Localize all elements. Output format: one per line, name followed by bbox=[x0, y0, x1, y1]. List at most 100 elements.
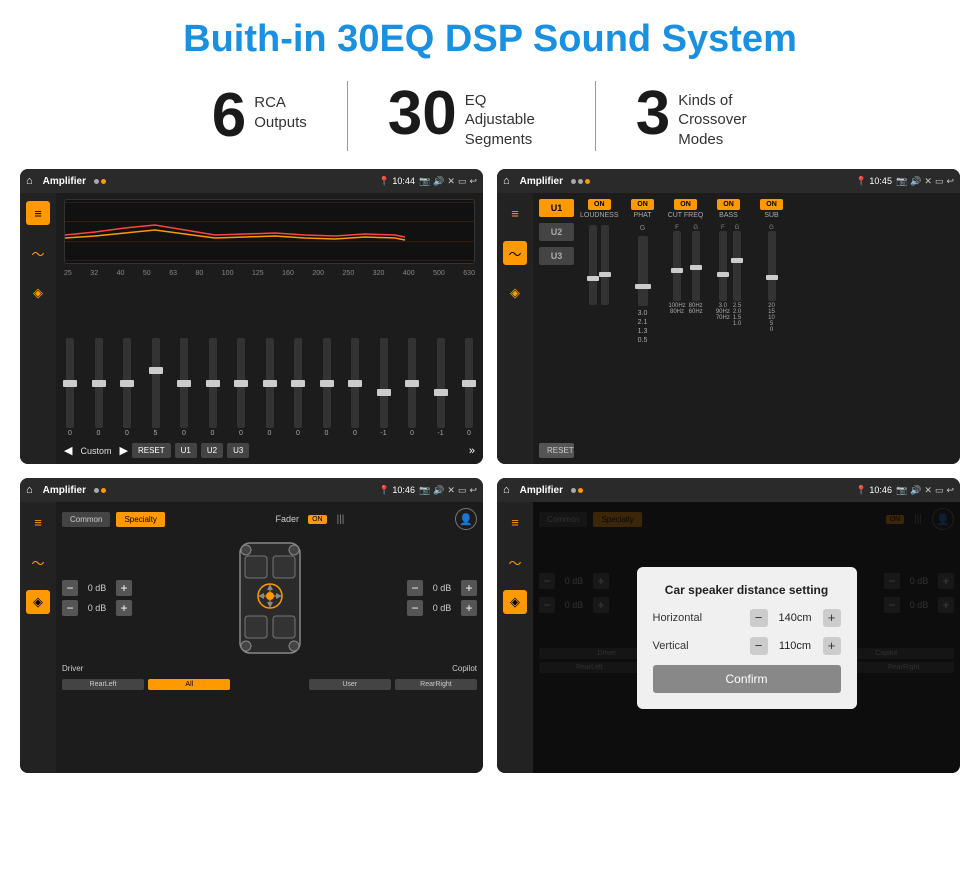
eq-sliders: 0 0 0 5 0 bbox=[64, 281, 475, 437]
fader-minus-1[interactable]: − bbox=[62, 580, 78, 596]
fader-sidebar-wave-icon[interactable]: 〜 bbox=[26, 550, 50, 574]
fader-db-right: − 0 dB + − 0 dB + bbox=[407, 580, 477, 616]
fader-grid: − 0 dB + − 0 dB + bbox=[62, 538, 477, 658]
fader-plus-2[interactable]: + bbox=[116, 600, 132, 616]
fader-sidebar-eq-icon[interactable]: ≡ bbox=[26, 510, 50, 534]
horizontal-minus-btn[interactable]: − bbox=[750, 609, 768, 627]
fader-specialty-tab[interactable]: Specialty bbox=[116, 512, 164, 527]
eq-next-btn[interactable]: ▶ bbox=[119, 444, 127, 457]
ctrl-phat: ON PHAT G 3.0 2.1 1.3 0.5 bbox=[624, 199, 662, 458]
crossover-title: Amplifier bbox=[520, 176, 563, 187]
eq-dots bbox=[94, 179, 106, 184]
fader-common-tab[interactable]: Common bbox=[62, 512, 110, 527]
stat-rca-label: RCAOutputs bbox=[254, 85, 307, 132]
crossover-sidebar-eq-icon[interactable]: ≡ bbox=[503, 201, 527, 225]
eq-u3-btn[interactable]: U3 bbox=[227, 443, 249, 458]
fader-plus-1[interactable]: + bbox=[116, 580, 132, 596]
dialog-volume-icon: 🔊 bbox=[910, 485, 921, 496]
ctrl-loudness: ON LOUDNESS bbox=[580, 199, 619, 458]
eq-dot-1 bbox=[94, 179, 99, 184]
cutfreq-toggle[interactable]: ON bbox=[674, 199, 697, 210]
crossover-sidebar-speaker-icon[interactable]: ◈ bbox=[503, 281, 527, 305]
fader-empty-space bbox=[234, 679, 304, 690]
crossover-reset-btn[interactable]: RESET bbox=[539, 443, 574, 458]
fader-sidebar-speaker-icon[interactable]: ◈ bbox=[26, 590, 50, 614]
horizontal-plus-btn[interactable]: + bbox=[823, 609, 841, 627]
fader-settings-icon[interactable]: 👤 bbox=[455, 508, 477, 530]
crossover-sidebar: ≡ 〜 ◈ bbox=[497, 193, 533, 464]
loudness-toggle[interactable]: ON bbox=[588, 199, 611, 210]
fader-sidebar: ≡ 〜 ◈ bbox=[20, 502, 56, 773]
eq-sidebar-speaker-icon[interactable]: ◈ bbox=[26, 281, 50, 305]
dialog-sidebar-eq-icon[interactable]: ≡ bbox=[503, 510, 527, 534]
eq-home-icon[interactable]: ⌂ bbox=[26, 175, 33, 187]
eq-slider-13: -1 bbox=[437, 338, 445, 437]
eq-more-icon[interactable]: » bbox=[469, 445, 475, 457]
vertical-label: Vertical bbox=[653, 640, 689, 652]
eq-prev-btn[interactable]: ◀ bbox=[64, 444, 72, 457]
eq-slider-7: 0 bbox=[266, 338, 274, 437]
fader-window-icon: ▭ bbox=[458, 485, 467, 496]
crossover-time: 📍 10:45 bbox=[856, 176, 892, 187]
vertical-value: 110cm bbox=[773, 640, 818, 652]
crossover-sidebar-wave-icon[interactable]: 〜 bbox=[503, 241, 527, 265]
horizontal-control: − 140cm + bbox=[750, 609, 841, 627]
fader-all-btn[interactable]: All bbox=[148, 679, 230, 690]
horizontal-label: Horizontal bbox=[653, 612, 703, 624]
fader-rearleft-btn[interactable]: RearLeft bbox=[62, 679, 144, 690]
phat-toggle[interactable]: ON bbox=[631, 199, 654, 210]
channel-u2-btn[interactable]: U2 bbox=[539, 223, 574, 241]
fader-status-bar: ⌂ Amplifier 📍 10:46 📷 🔊 ✕ ▭ ↩ bbox=[20, 478, 483, 502]
fader-home-icon[interactable]: ⌂ bbox=[26, 484, 33, 496]
eq-slider-10: 0 bbox=[351, 338, 359, 437]
eq-reset-btn[interactable]: RESET bbox=[132, 443, 171, 458]
dialog-home-icon[interactable]: ⌂ bbox=[503, 484, 510, 496]
eq-window-icon: ▭ bbox=[458, 176, 467, 187]
eq-sidebar-wave-icon[interactable]: 〜 bbox=[26, 241, 50, 265]
sub-toggle[interactable]: ON bbox=[760, 199, 783, 210]
fader-back-icon: ↩ bbox=[469, 485, 477, 496]
fader-plus-3[interactable]: + bbox=[461, 580, 477, 596]
confirm-button[interactable]: Confirm bbox=[653, 665, 841, 693]
crossover-camera-icon: 📷 bbox=[896, 176, 907, 187]
vertical-plus-btn[interactable]: + bbox=[823, 637, 841, 655]
crossover-home-icon[interactable]: ⌂ bbox=[503, 175, 510, 187]
dialog-dot-1 bbox=[571, 488, 576, 493]
fader-rearright-btn[interactable]: RearRight bbox=[395, 679, 477, 690]
dialog-dots bbox=[571, 488, 583, 493]
fader-user-btn[interactable]: User bbox=[309, 679, 391, 690]
channel-u1-btn[interactable]: U1 bbox=[539, 199, 574, 217]
fader-minus-2[interactable]: − bbox=[62, 600, 78, 616]
stat-crossover-number: 3 bbox=[636, 83, 670, 145]
fader-title: Amplifier bbox=[43, 485, 86, 496]
fader-main-area: Common Specialty Fader ON ||| 👤 − 0 dB + bbox=[56, 502, 483, 773]
eq-u2-btn[interactable]: U2 bbox=[201, 443, 223, 458]
fader-volume-icon: 🔊 bbox=[433, 485, 444, 496]
dialog-sidebar-wave-icon[interactable]: 〜 bbox=[503, 550, 527, 574]
eq-x-icon: ✕ bbox=[447, 176, 455, 187]
bass-toggle[interactable]: ON bbox=[717, 199, 740, 210]
eq-u1-btn[interactable]: U1 bbox=[175, 443, 197, 458]
stat-eq-label: EQ AdjustableSegments bbox=[465, 83, 555, 150]
vertical-minus-btn[interactable]: − bbox=[750, 637, 768, 655]
ctrl-bass: ON BASS F 3.0 90Hz 70Hz bbox=[710, 199, 748, 458]
channel-u3-btn[interactable]: U3 bbox=[539, 247, 574, 265]
fader-driver-label: Driver bbox=[62, 664, 83, 673]
dialog-x-icon: ✕ bbox=[924, 485, 932, 496]
crossover-dot-2 bbox=[578, 179, 583, 184]
eq-dot-2 bbox=[101, 179, 106, 184]
fader-db-val-4: 0 dB bbox=[427, 603, 457, 613]
fader-db-val-3: 0 dB bbox=[427, 583, 457, 593]
fader-minus-3[interactable]: − bbox=[407, 580, 423, 596]
fader-plus-4[interactable]: + bbox=[461, 600, 477, 616]
eq-sidebar-eq-icon[interactable]: ≡ bbox=[26, 201, 50, 225]
crossover-dot-3 bbox=[585, 179, 590, 184]
sub-label: SUB bbox=[764, 212, 778, 219]
dialog-sidebar-speaker-icon[interactable]: ◈ bbox=[503, 590, 527, 614]
fader-db-left: − 0 dB + − 0 dB + bbox=[62, 580, 132, 616]
stat-crossover-label: Kinds ofCrossover Modes bbox=[678, 83, 768, 150]
stat-eq-number: 30 bbox=[388, 83, 457, 145]
bass-label: BASS bbox=[719, 212, 738, 219]
fader-minus-4[interactable]: − bbox=[407, 600, 423, 616]
crossover-dot-1 bbox=[571, 179, 576, 184]
